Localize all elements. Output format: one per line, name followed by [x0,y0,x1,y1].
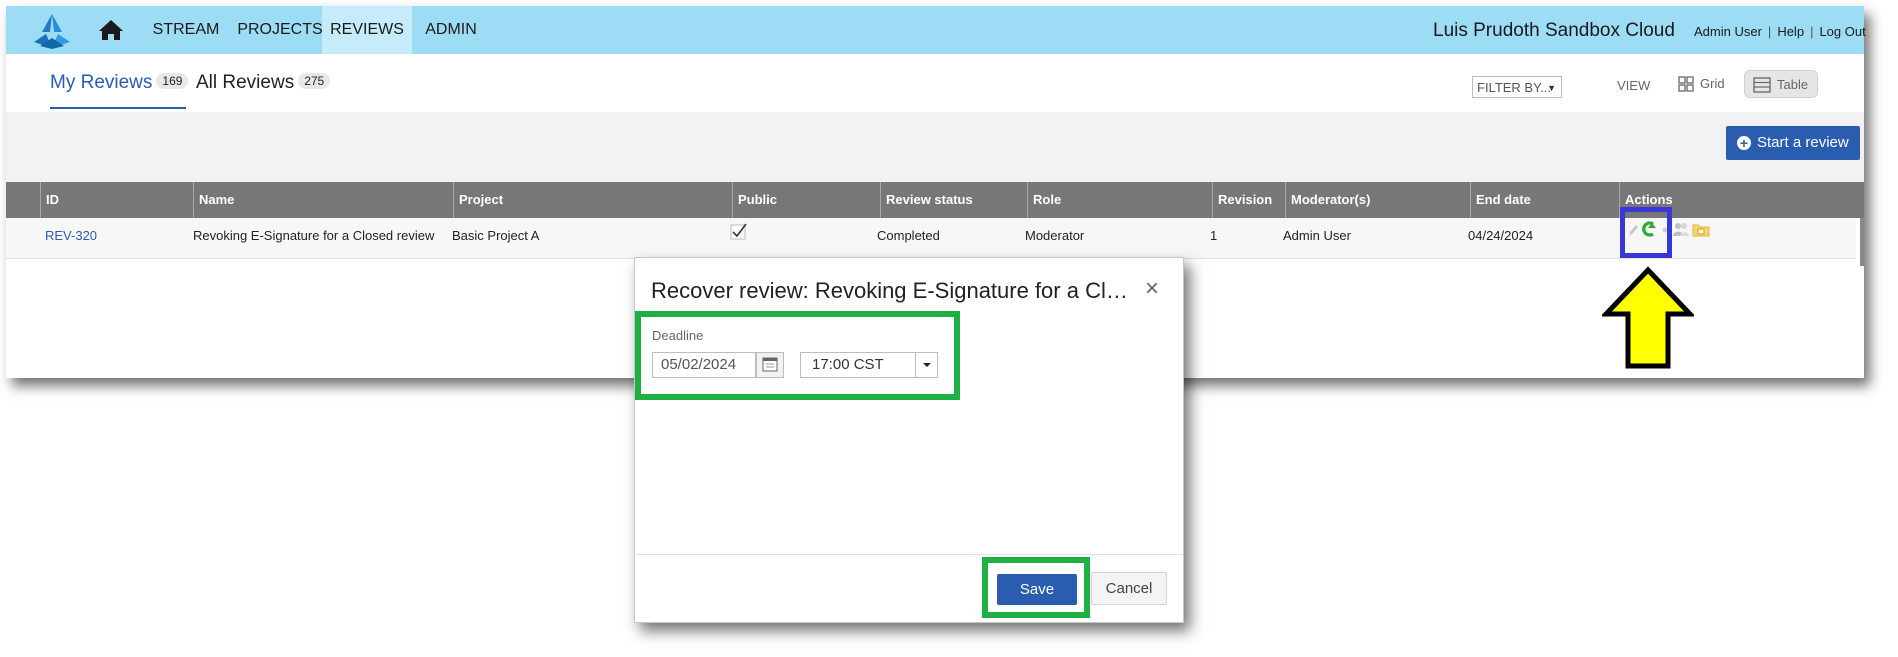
nav-projects[interactable]: PROJECTS [234,6,326,54]
grid-icon [1678,76,1694,92]
user-menu-link[interactable]: Admin User [1694,24,1762,39]
table-icon [1753,77,1771,93]
column-header-project[interactable]: Project [453,182,732,218]
help-link[interactable]: Help [1777,24,1804,39]
filter-by-select[interactable]: FILTER BY... ▼ [1472,76,1562,98]
filter-by-label: FILTER BY... [1477,80,1551,95]
review-status-cell: Completed [877,228,940,243]
table-view-label: Table [1777,77,1809,92]
toolbar-band [6,112,1864,182]
view-label: VIEW [1617,78,1651,93]
nav-admin[interactable]: ADMIN [418,6,484,54]
tab-all-reviews[interactable]: All Reviews 275 [196,72,331,94]
highlight-box-deadline [635,311,960,400]
highlight-box-save [982,557,1090,618]
column-header-end-date[interactable]: End date [1470,182,1619,218]
public-checkbox[interactable] [730,222,748,240]
column-header-moderators[interactable]: Moderator(s) [1285,182,1470,218]
dialog-title: Recover review: Revoking E-Signature for… [651,278,1131,303]
review-id-link[interactable]: REV-320 [45,228,97,243]
all-reviews-count-badge: 275 [298,73,331,89]
folder-lock-icon[interactable] [1692,220,1710,238]
review-project-cell: Basic Project A [452,228,540,243]
my-reviews-count-badge: 169 [156,73,189,89]
cancel-button[interactable]: Cancel [1091,572,1167,605]
vertical-scrollbar[interactable] [1860,218,1864,266]
review-name-cell: Revoking E-Signature for a Closed review [193,228,435,243]
users-icon[interactable] [1672,220,1690,238]
logout-link[interactable]: Log Out [1819,24,1865,39]
review-moderators-cell: Admin User [1283,228,1351,243]
nav-stream[interactable]: STREAM [148,6,224,54]
column-header-revision[interactable]: Revision [1212,182,1285,218]
column-header-role[interactable]: Role [1027,182,1212,218]
dialog-footer-divider [635,554,1183,555]
company-logo-icon[interactable] [32,12,72,50]
column-header-public[interactable]: Public [732,182,880,218]
top-navigation-bar: STREAM PROJECTS REVIEWS ADMIN Luis Prudo… [6,6,1866,54]
home-icon[interactable] [98,18,124,42]
highlight-box-recover-action [1620,207,1672,258]
column-header-id[interactable]: ID [40,182,193,218]
table-view-button[interactable]: Table [1744,70,1818,98]
user-links: Admin User | Help | Log Out [1694,24,1866,39]
nav-reviews[interactable]: REVIEWS [322,6,412,54]
plus-circle-icon: + [1737,136,1751,150]
tab-all-reviews-label: All Reviews [196,72,295,93]
chevron-down-icon: ▼ [1547,83,1556,93]
tab-my-reviews-label: My Reviews [50,72,153,93]
close-icon[interactable]: × [1145,275,1159,303]
grid-view-button[interactable]: Grid [1672,70,1731,98]
cloud-title: Luis Prudoth Sandbox Cloud [1433,20,1675,41]
review-end-date-cell: 04/24/2024 [1468,228,1534,243]
yellow-arrow-up-icon [1602,266,1694,369]
column-header-name[interactable]: Name [193,182,453,218]
column-header-review-status[interactable]: Review status [880,182,1027,218]
grid-view-label: Grid [1700,76,1725,91]
active-tab-underline [50,107,186,109]
start-review-label: Start a review [1757,134,1849,151]
tab-my-reviews[interactable]: My Reviews 169 [50,72,189,94]
review-revision-cell: 1 [1210,228,1218,243]
start-review-button[interactable]: + Start a review [1726,126,1860,160]
review-role-cell: Moderator [1025,228,1085,243]
